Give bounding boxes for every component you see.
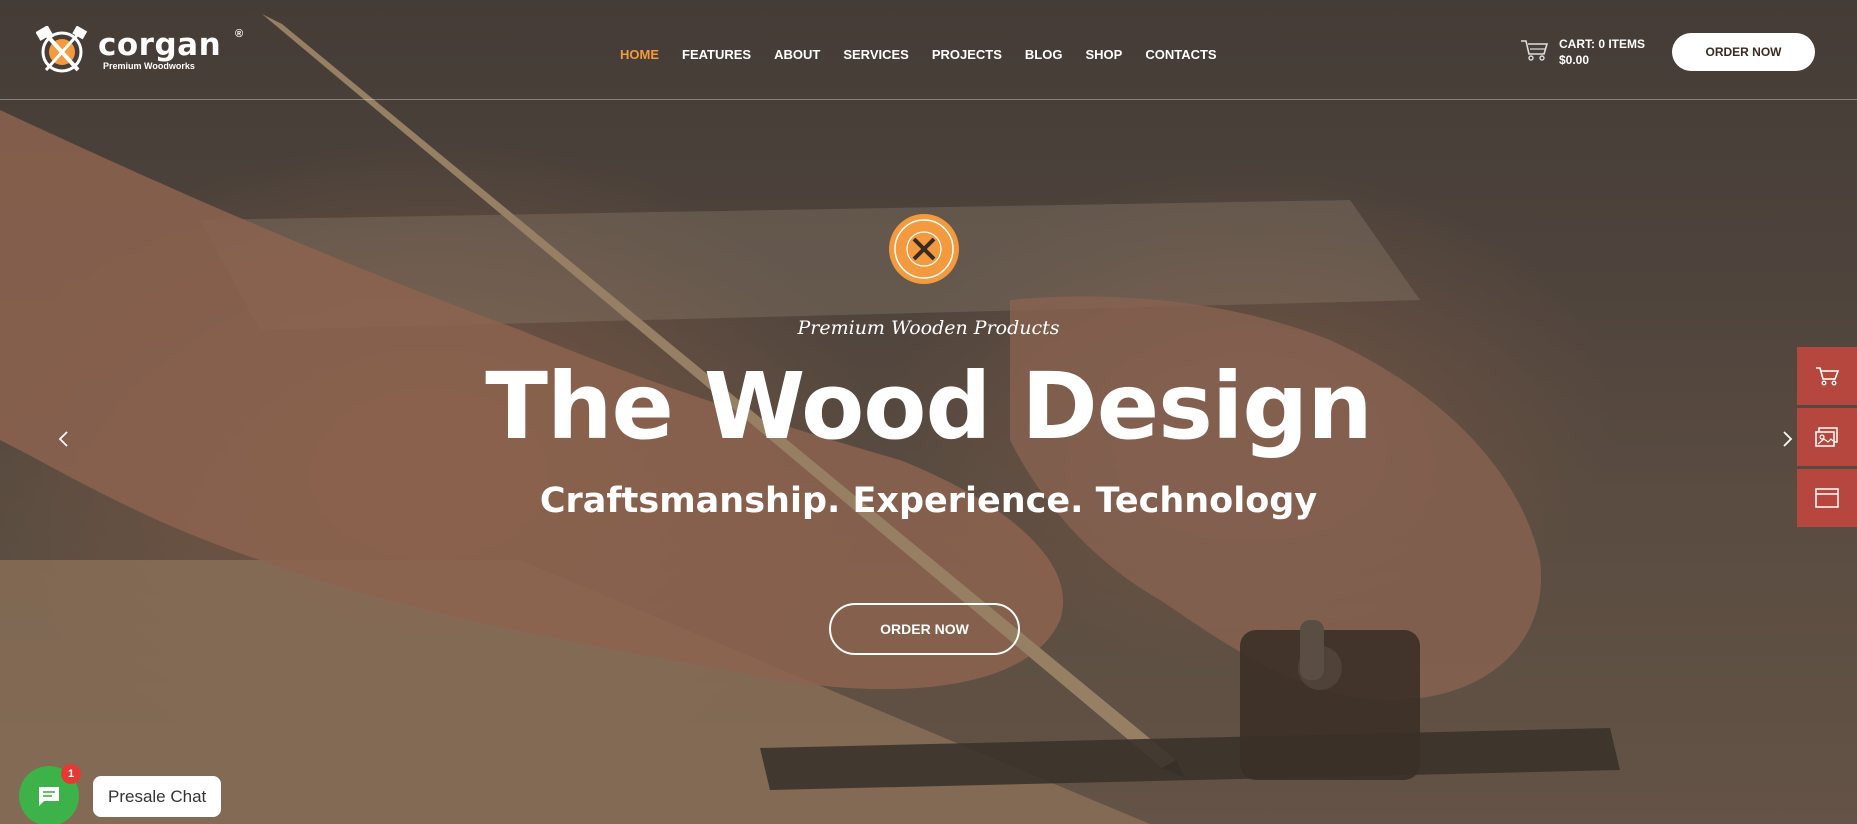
hero-subtitle: Premium Wooden Products (797, 317, 1060, 339)
nav-item-services[interactable]: SERVICES (843, 47, 909, 62)
browser-window-icon (1815, 488, 1839, 508)
presale-chat-label[interactable]: Presale Chat (93, 776, 222, 817)
side-gallery-button[interactable] (1797, 408, 1857, 466)
hero-title: The Wood Design (485, 353, 1373, 460)
logo-axe-icon (36, 26, 88, 73)
brand-name: corgan (98, 27, 222, 63)
header-cart[interactable]: CART: 0 ITEMS $0.00 (1520, 36, 1670, 72)
image-gallery-icon (1815, 427, 1838, 447)
nav-item-shop[interactable]: SHOP (1085, 47, 1122, 62)
hero-order-now-button[interactable]: ORDER NOW (829, 603, 1020, 655)
main-nav: HOME FEATURES ABOUT SERVICES PROJECTS BL… (620, 47, 1240, 62)
nav-item-blog[interactable]: BLOG (1025, 47, 1063, 62)
chat-icon (39, 787, 59, 806)
premium-quality-badge-icon (889, 214, 959, 284)
cart-icon (1521, 40, 1548, 61)
site-header: corgan ® Premium Woodworks HOME FEATURES… (0, 0, 1857, 100)
hero-tagline: Craftsmanship. Experience. Technology (539, 481, 1318, 521)
brand-tagline: Premium Woodworks (103, 61, 195, 71)
chat-unread-badge: 1 (61, 764, 81, 784)
chevron-right-icon[interactable] (1777, 427, 1797, 451)
cart-label: CART: 0 ITEMS (1559, 37, 1646, 51)
nav-item-contacts[interactable]: CONTACTS (1145, 47, 1216, 62)
cart-icon (1816, 367, 1839, 386)
side-cart-button[interactable] (1797, 347, 1857, 405)
side-panel (1797, 347, 1857, 530)
nav-item-features[interactable]: FEATURES (682, 47, 751, 62)
nav-item-projects[interactable]: PROJECTS (932, 47, 1002, 62)
chevron-left-icon[interactable] (54, 427, 74, 451)
brand-logo[interactable]: corgan ® Premium Woodworks (36, 26, 256, 76)
cart-total: $0.00 (1559, 53, 1590, 67)
nav-item-home[interactable]: HOME (620, 47, 659, 62)
nav-item-about[interactable]: ABOUT (774, 47, 820, 62)
header-order-now-button[interactable]: ORDER NOW (1672, 33, 1815, 71)
registered-mark: ® (235, 28, 244, 40)
side-window-button[interactable] (1797, 469, 1857, 527)
